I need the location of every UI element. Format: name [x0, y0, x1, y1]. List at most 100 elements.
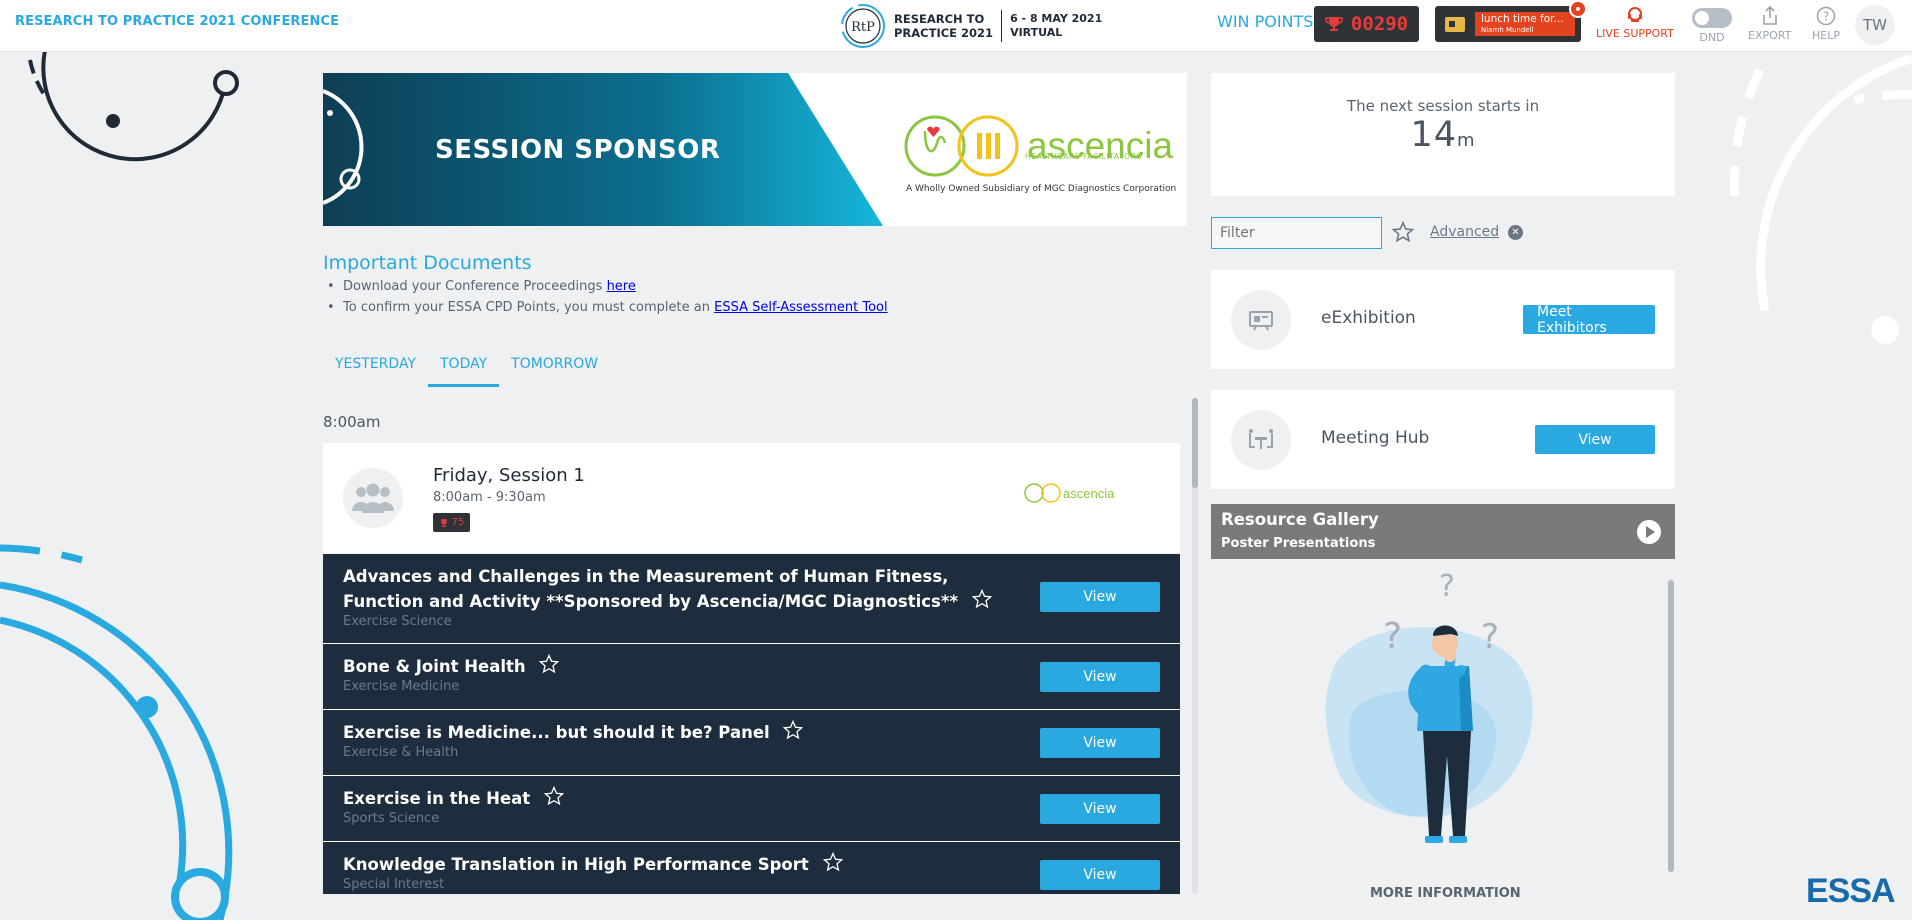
- dnd-switch[interactable]: [1692, 8, 1732, 28]
- view-button[interactable]: View: [1040, 662, 1160, 692]
- gallery-scrollbar[interactable]: [1668, 580, 1674, 872]
- help-label: HELP: [1812, 29, 1840, 42]
- meeting-hub-view-button[interactable]: View: [1535, 425, 1655, 454]
- dnd-toggle[interactable]: DND: [1692, 6, 1732, 44]
- r2p-logo-icon: RtP: [841, 4, 885, 48]
- session-sponsor-logo: ascencia: [1023, 481, 1114, 505]
- talk-title[interactable]: Knowledge Translation in High Performanc…: [343, 855, 809, 874]
- favorites-star-icon[interactable]: [1392, 221, 1414, 243]
- documents-title: Important Documents: [323, 252, 532, 274]
- notification-card-icon: [1445, 16, 1465, 32]
- essa-logo: ESSA: [1806, 872, 1896, 911]
- view-button[interactable]: View: [1040, 794, 1160, 824]
- star-icon[interactable]: [971, 589, 992, 609]
- star-icon[interactable]: [543, 786, 564, 806]
- ascencia-rings-icon: [904, 115, 1019, 177]
- help-button[interactable]: ? HELP: [1812, 6, 1840, 42]
- self-assessment-link[interactable]: ESSA Self-Assessment Tool: [714, 300, 887, 315]
- star-icon[interactable]: [783, 720, 804, 740]
- session-points: 75: [451, 517, 465, 528]
- table-row[interactable]: Exercise in the Heat Sports Science View: [323, 776, 1180, 842]
- sponsor-banner[interactable]: SESSION SPONSOR ascencia HEALTHCARE FACI…: [323, 73, 1187, 226]
- gallery-title: Resource Gallery: [1221, 510, 1379, 529]
- talk-title[interactable]: Exercise in the Heat: [343, 789, 530, 808]
- view-button[interactable]: View: [1040, 582, 1160, 612]
- exhibition-label: eExhibition: [1321, 308, 1416, 328]
- export-icon: [1762, 6, 1777, 25]
- talk-title[interactable]: Advances and Challenges in the Measureme…: [343, 567, 958, 611]
- notification-ticker[interactable]: lunch time for... Niamh Mundell: [1435, 0, 1587, 42]
- sponsor-sub: HEALTHCARE FACILITATORS: [1025, 152, 1142, 161]
- timeslot-label: 8:00am: [323, 413, 381, 431]
- meeting-hub-card[interactable]: Meeting Hub View: [1211, 390, 1675, 489]
- table-row[interactable]: Advances and Challenges in the Measureme…: [323, 554, 1180, 644]
- tab-tomorrow[interactable]: TOMORROW: [499, 350, 610, 387]
- meeting-icon: [1231, 410, 1291, 470]
- live-support-button[interactable]: LIVE SUPPORT: [1596, 6, 1674, 40]
- tab-yesterday[interactable]: YESTERDAY: [323, 350, 428, 387]
- exhibition-icon: [1231, 290, 1291, 350]
- notification-title: lunch time for...: [1481, 13, 1564, 25]
- table-row[interactable]: Exercise is Medicine... but should it be…: [323, 710, 1180, 776]
- logo-line2: PRACTICE 2021: [894, 26, 994, 40]
- table-row[interactable]: Bone & Joint Health Exercise Medicine Vi…: [323, 644, 1180, 710]
- logo-divider: [1001, 10, 1003, 42]
- session-time: 8:00am - 9:30am: [433, 490, 546, 505]
- svg-text:?: ?: [1823, 10, 1829, 24]
- logo-dates: 6 - 8 MAY 2021: [1010, 12, 1103, 25]
- session-title[interactable]: Friday, Session 1: [433, 465, 585, 486]
- tab-today[interactable]: TODAY: [428, 350, 500, 387]
- document-text: To confirm your ESSA CPD Points, you mus…: [343, 300, 715, 315]
- svg-text:?: ?: [1383, 616, 1402, 657]
- star-icon[interactable]: [539, 654, 560, 674]
- clear-filter-icon[interactable]: ✕: [1508, 225, 1523, 240]
- countdown-number: 14: [1410, 115, 1457, 155]
- headset-icon: [1627, 7, 1642, 22]
- meet-exhibitors-button[interactable]: Meet Exhibitors: [1523, 304, 1655, 336]
- conference-title[interactable]: RESEARCH TO PRACTICE 2021 CONFERENCE: [15, 14, 339, 29]
- document-text: Download your Conference Proceedings: [343, 279, 607, 294]
- filter-input[interactable]: [1211, 217, 1382, 249]
- user-avatar[interactable]: TW: [1855, 5, 1895, 45]
- talk-title[interactable]: Bone & Joint Health: [343, 657, 526, 676]
- group-icon: [343, 468, 403, 528]
- more-information-link[interactable]: MORE INFORMATION: [1370, 886, 1521, 901]
- table-row[interactable]: Knowledge Translation in High Performanc…: [323, 842, 1180, 894]
- help-icon: ?: [1816, 6, 1836, 26]
- scrollbar-thumb[interactable]: [1192, 398, 1198, 488]
- countdown-card: The next session starts in 14m: [1211, 73, 1675, 196]
- ascencia-rings-icon: [1024, 483, 1061, 503]
- event-logo[interactable]: RtP RESEARCH TO PRACTICE 2021 6 - 8 MAY …: [838, 0, 1102, 52]
- view-button[interactable]: View: [1040, 860, 1160, 890]
- view-button[interactable]: View: [1040, 728, 1160, 758]
- session-card[interactable]: Friday, Session 1 8:00am - 9:30am 75 asc…: [323, 443, 1180, 553]
- star-icon[interactable]: [822, 852, 843, 872]
- play-icon[interactable]: [1637, 520, 1661, 544]
- talks-list: Advances and Challenges in the Measureme…: [323, 554, 1180, 894]
- talk-title[interactable]: Exercise is Medicine... but should it be…: [343, 723, 770, 742]
- schedule-scrollbar[interactable]: [1192, 398, 1198, 894]
- banner-headline: SESSION SPONSOR: [435, 135, 721, 165]
- exhibition-card[interactable]: eExhibition Meet Exhibitors: [1211, 270, 1675, 369]
- documents-list: Download your Conference Proceedings her…: [327, 276, 888, 318]
- points-counter[interactable]: 00290: [1314, 6, 1419, 42]
- export-button[interactable]: EXPORT: [1748, 6, 1791, 42]
- countdown-label: The next session starts in: [1346, 97, 1540, 115]
- win-points-label[interactable]: WIN POINTS: [1217, 12, 1313, 31]
- top-bar: RESEARCH TO PRACTICE 2021 CONFERENCE RtP…: [0, 0, 1912, 52]
- proceedings-link[interactable]: here: [607, 279, 636, 294]
- resource-gallery-header[interactable]: Resource Gallery Poster Presentations: [1211, 504, 1675, 559]
- countdown-unit: m: [1457, 130, 1476, 151]
- sponsor-tagline: A Wholly Owned Subsidiary of MGC Diagnos…: [906, 184, 1177, 194]
- talk-category: Exercise Science: [343, 614, 452, 629]
- live-support-label: LIVE SUPPORT: [1596, 27, 1674, 40]
- ascencia-logo: ascencia: [903, 113, 1173, 179]
- meeting-hub-label: Meeting Hub: [1321, 428, 1430, 448]
- advanced-filter-link[interactable]: Advanced: [1430, 224, 1499, 240]
- dnd-label: DND: [1699, 31, 1725, 44]
- logo-line1: RESEARCH TO: [894, 12, 985, 26]
- essa-logo-text: ESSA: [1806, 872, 1896, 910]
- notification-dot-icon: [1569, 0, 1587, 18]
- session-points-badge: 75: [433, 513, 470, 532]
- gallery-illustration: ? ? ?: [1211, 566, 1675, 906]
